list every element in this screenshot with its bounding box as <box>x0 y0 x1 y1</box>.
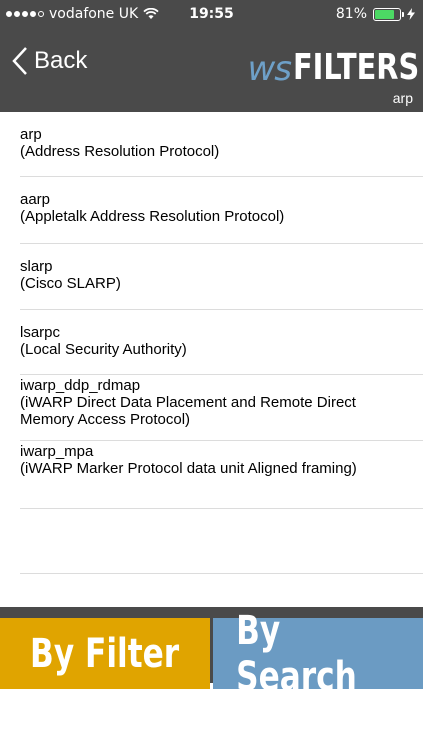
filter-description: (iWARP Direct Data Placement and Remote … <box>20 394 356 428</box>
filter-description: (iWARP Marker Protocol data unit Aligned… <box>20 460 357 477</box>
list-item[interactable]: aarp (Appletalk Address Resolution Proto… <box>0 177 423 244</box>
filter-description: (Appletalk Address Resolution Protocol) <box>20 208 285 225</box>
filter-name: iwarp_mpa <box>20 443 94 460</box>
charging-icon <box>407 8 415 20</box>
filter-name: iwarp_ddp_rdmap <box>20 377 141 394</box>
battery-fill <box>375 9 395 19</box>
back-button[interactable]: Back <box>12 46 87 76</box>
back-label: Back <box>34 47 88 74</box>
list-item[interactable]: iwarp_ddp_rdmap (iWARP Direct Data Place… <box>0 375 423 441</box>
list-item[interactable]: slarp (Cisco SLARP) <box>0 244 423 310</box>
filter-list: arp (Address Resolution Protocol) aarp (… <box>0 112 423 607</box>
status-right: 81% <box>336 6 415 22</box>
filter-description: (Address Resolution Protocol) <box>20 143 220 160</box>
list-item[interactable]: arp (Address Resolution Protocol) <box>0 112 423 177</box>
logo-filters: FILTERS <box>293 47 420 88</box>
filter-name: lsarpc <box>20 324 61 341</box>
tab-by-filter[interactable]: By Filter <box>0 618 210 689</box>
list-item-empty <box>0 509 423 574</box>
footer: By Filter By Search <box>0 607 423 750</box>
list-item[interactable]: lsarpc (Local Security Authority) <box>0 310 423 375</box>
chevron-left-icon <box>12 47 27 75</box>
page-subtitle: arp <box>392 90 413 106</box>
filter-name: aarp <box>20 191 51 208</box>
logo-ws: ws <box>247 49 292 89</box>
list-item[interactable]: iwarp_mpa (iWARP Marker Protocol data un… <box>0 441 423 509</box>
tab-by-filter-label: By Filter <box>30 630 180 677</box>
status-bar: vodafone UK 19:55 81% <box>0 0 423 28</box>
battery-percent: 81% <box>335 6 367 22</box>
filter-description: (Cisco SLARP) <box>20 275 121 292</box>
tab-by-search[interactable]: By Search <box>213 608 423 700</box>
battery-icon <box>373 7 404 21</box>
tab-bar: By Filter By Search <box>0 607 423 700</box>
battery-tip <box>402 11 404 17</box>
filter-description: (Local Security Authority) <box>20 341 187 358</box>
filter-name: slarp <box>20 258 53 275</box>
nav-bar: Back ws FILTERS arp <box>0 28 423 112</box>
tab-by-search-label: By Search <box>236 607 357 700</box>
filter-name: arp <box>20 126 42 143</box>
app-logo: ws FILTERS <box>247 40 420 89</box>
